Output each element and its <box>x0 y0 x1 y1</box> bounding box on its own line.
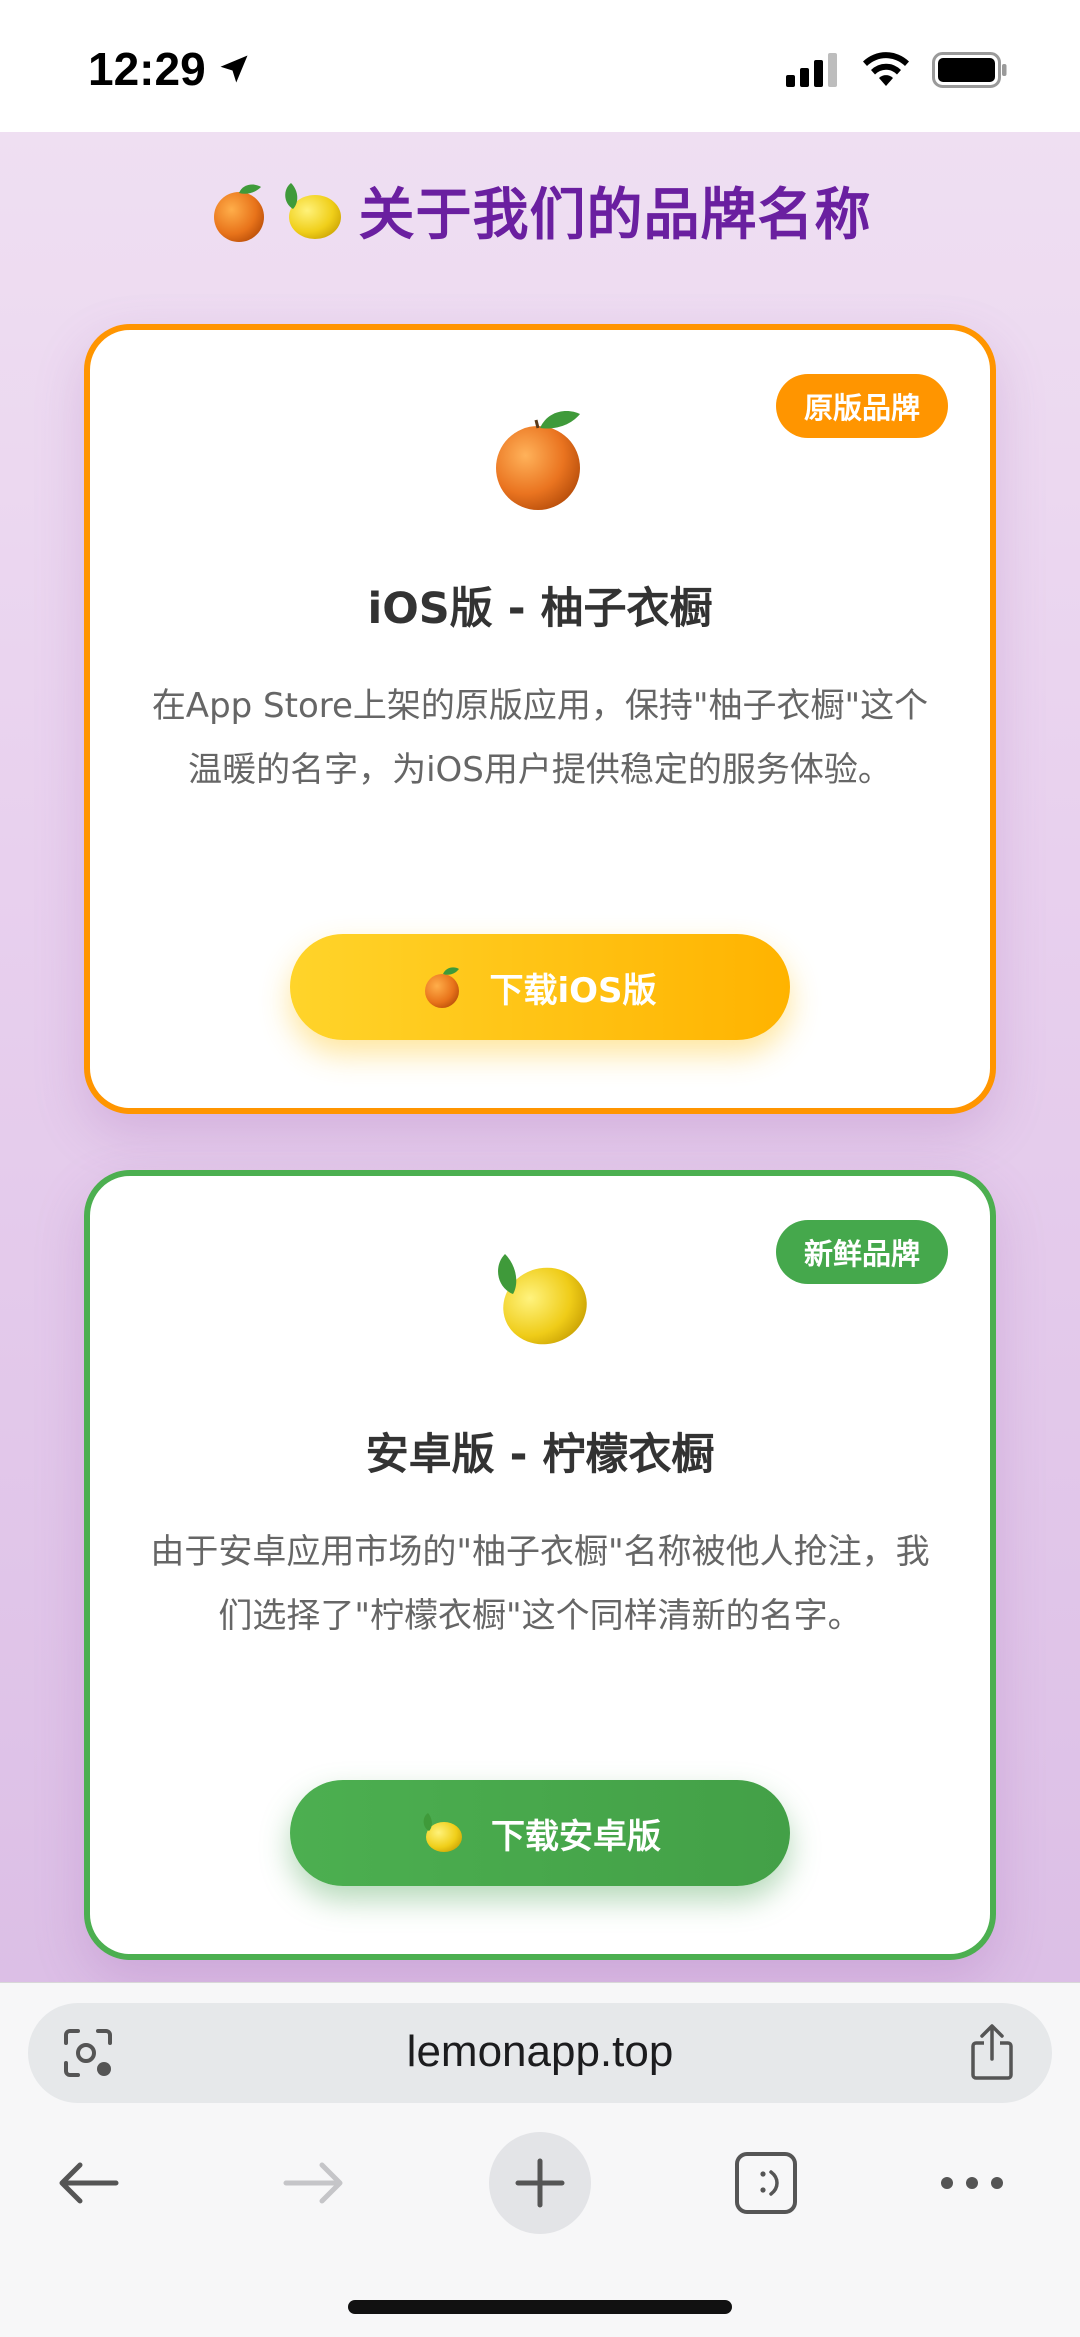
plus-icon <box>515 2158 565 2208</box>
lemon-icon <box>284 182 341 239</box>
download-android-button[interactable]: 下载安卓版 <box>290 1780 790 1886</box>
forward-arrow-icon <box>283 2162 343 2204</box>
browser-nav-row <box>0 2123 1080 2253</box>
status-time-group: 12:29 <box>88 42 252 96</box>
android-version-card: 新鲜品牌 安卓版 - 柠檬衣橱 由于安卓应用市场的"柚子衣橱"名称被他人抢注，我… <box>84 1170 996 1960</box>
download-ios-label: 下载iOS版 <box>489 970 657 1011</box>
page-title: 关于我们的品牌名称 <box>358 183 872 248</box>
card-description: 由于安卓应用市场的"柚子衣橱"名称被他人抢注，我们选择了"柠檬衣橱"这个同样清新… <box>150 1532 930 1636</box>
status-time: 12:29 <box>88 43 206 95</box>
card-title: iOS版 - 柚子衣橱 <box>367 584 713 634</box>
lemon-icon <box>423 1813 462 1852</box>
more-menu-button[interactable] <box>912 2123 1032 2243</box>
address-bar[interactable]: lemonapp.top <box>28 2003 1052 2103</box>
tangerine-icon <box>425 967 460 1008</box>
tabs-icon <box>735 2152 797 2214</box>
cellular-signal-icon <box>786 53 837 87</box>
page-title-row: 关于我们的品牌名称 <box>0 170 1080 251</box>
browser-toolbar: lemonapp.top <box>0 1982 1080 2337</box>
forward-button[interactable] <box>254 2123 374 2243</box>
tangerine-icon <box>213 184 264 242</box>
lemon-icon <box>498 1254 587 1345</box>
battery-icon <box>932 52 1007 88</box>
ios-version-card: 原版品牌 iOS版 - 柚子衣橱 在App Store上架的原版应用，保持"柚子… <box>84 324 996 1114</box>
share-icon[interactable] <box>966 2023 1018 2081</box>
tabs-button[interactable] <box>706 2123 826 2243</box>
new-tab-button[interactable] <box>480 2123 600 2243</box>
status-bar: 12:29 <box>0 0 1080 132</box>
new-tab-circle <box>489 2132 591 2234</box>
fresh-brand-badge: 新鲜品牌 <box>775 1220 948 1284</box>
tangerine-icon <box>496 410 580 510</box>
wifi-icon <box>863 52 909 86</box>
url-text: lemonapp.top <box>406 2027 674 2076</box>
original-brand-badge: 原版品牌 <box>775 374 948 438</box>
back-arrow-icon <box>59 2162 119 2204</box>
back-button[interactable] <box>28 2123 148 2243</box>
card-description: 在App Store上架的原版应用，保持"柚子衣橱"这个温暖的名字，为iOS用户… <box>151 686 929 790</box>
title-fruits <box>209 179 345 243</box>
download-android-label: 下载安卓版 <box>491 1816 661 1857</box>
home-indicator <box>348 2300 732 2314</box>
web-page: 关于我们的品牌名称 原版品牌 iOS版 - 柚子衣橱 在App Store上架的… <box>0 132 1080 1982</box>
location-arrow-icon <box>220 55 248 83</box>
download-ios-button[interactable]: 下载iOS版 <box>290 934 790 1040</box>
status-icons <box>786 52 1008 88</box>
more-dots-icon <box>941 2177 1003 2189</box>
card-title: 安卓版 - 柠檬衣橱 <box>365 1430 715 1480</box>
